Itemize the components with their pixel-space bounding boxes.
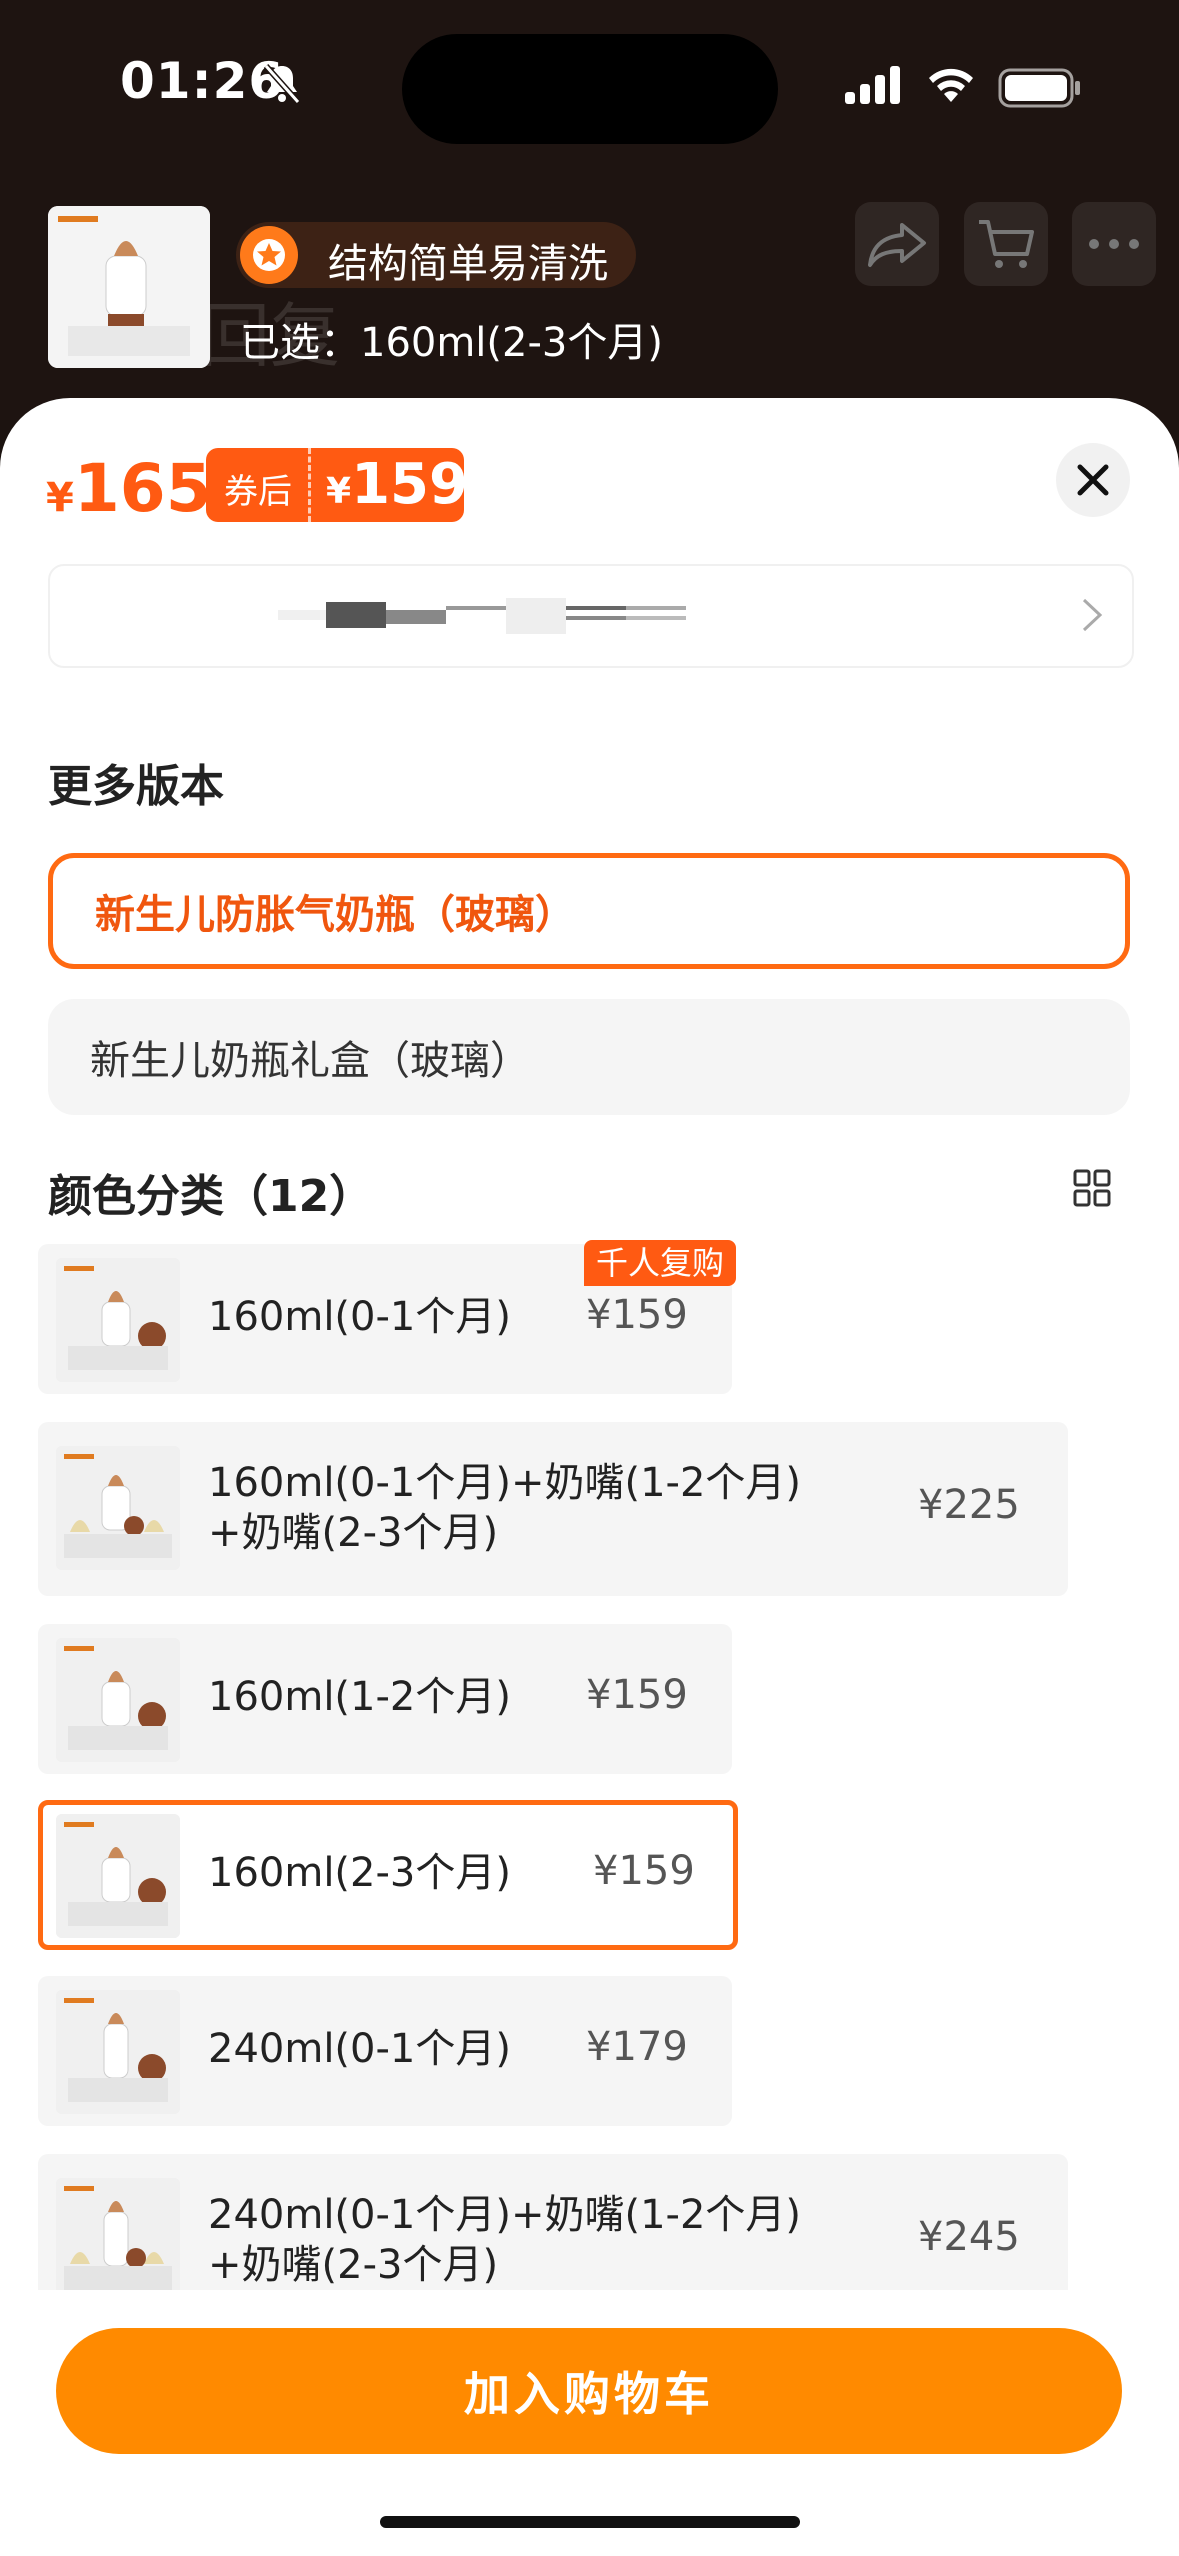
close-button[interactable] — [1056, 443, 1130, 517]
sku-name-line2: +奶嘴(2-3个月) — [208, 2242, 499, 2288]
sku-image — [56, 1258, 180, 1382]
status-bar: 01:26 — [0, 0, 1179, 170]
share-icon — [868, 223, 926, 267]
coupon-currency: ¥ — [326, 471, 352, 512]
dynamic-island — [402, 34, 778, 144]
badge-medal-icon — [240, 226, 298, 284]
currency-symbol: ¥ — [46, 475, 74, 521]
close-icon — [1077, 464, 1109, 496]
sku-option-selected[interactable]: 160ml(2-3个月) ¥159 — [38, 1800, 738, 1950]
sku-name-line2: +奶嘴(2-3个月) — [208, 1510, 499, 1556]
home-indicator — [380, 2516, 800, 2528]
wifi-icon — [925, 64, 977, 108]
sku-name-line1: 160ml(0-1个月)+奶嘴(1-2个月) — [208, 1460, 802, 1506]
sku-option[interactable]: 160ml(0-1个月)+奶嘴(1-2个月) +奶嘴(2-3个月) ¥225 — [38, 1422, 1068, 1596]
add-to-cart-button[interactable]: 加入购物车 — [56, 2328, 1122, 2454]
sku-price: ¥245 — [918, 2214, 1020, 2260]
battery-icon — [998, 68, 1082, 112]
sku-list-clip: 240ml(0-1个月)+奶嘴(1-2个月) +奶嘴(2-3个月) ¥245 — [0, 2150, 1179, 2290]
chevron-right-icon — [1082, 598, 1103, 632]
version-label: 新生儿防胀气奶瓶（玻璃） — [95, 892, 575, 938]
sku-price: ¥225 — [918, 1482, 1020, 1528]
sku-image — [56, 1814, 180, 1938]
sku-option[interactable]: 160ml(1-2个月) ¥159 — [38, 1624, 732, 1774]
version-label: 新生儿奶瓶礼盒（玻璃） — [90, 1038, 530, 1084]
coupon-label: 券后 — [224, 472, 292, 512]
coupon-price-tag: 券后 ¥159 — [206, 448, 468, 522]
coupon-price-value: 159 — [351, 452, 468, 517]
sku-name: 160ml(0-1个月) — [208, 1294, 511, 1340]
grid-view-icon[interactable] — [1072, 1168, 1112, 1212]
sku-name-line1: 240ml(0-1个月)+奶嘴(1-2个月) — [208, 2192, 802, 2238]
sku-image — [56, 2178, 180, 2290]
sku-price: ¥159 — [593, 1848, 695, 1894]
sku-name: 240ml(0-1个月) — [208, 2026, 511, 2072]
sku-image — [56, 1446, 180, 1570]
share-button[interactable] — [855, 202, 939, 286]
sku-price: ¥179 — [586, 2024, 688, 2070]
product-thumbnail[interactable] — [48, 206, 210, 368]
sku-name: 240ml(0-1个月)+奶嘴(1-2个月) +奶嘴(2-3个月) — [208, 2190, 801, 2290]
versions-title: 更多版本 — [48, 761, 224, 812]
sku-image — [56, 1638, 180, 1762]
sku-option[interactable]: 240ml(0-1个月) ¥179 — [38, 1976, 732, 2126]
version-option[interactable]: 新生儿奶瓶礼盒（玻璃） — [48, 999, 1130, 1115]
cart-button[interactable] — [964, 202, 1048, 286]
sku-price: ¥159 — [586, 1292, 688, 1338]
more-icon — [1089, 239, 1139, 249]
sku-name: 160ml(2-3个月) — [208, 1850, 511, 1896]
colors-title: 颜色分类（12） — [48, 1171, 374, 1222]
sku-name: 160ml(1-2个月) — [208, 1674, 511, 1720]
sku-price: ¥159 — [586, 1672, 688, 1718]
selected-sku-label: 已选：160ml(2-3个月) — [240, 320, 663, 366]
sku-option[interactable]: 240ml(0-1个月)+奶嘴(1-2个月) +奶嘴(2-3个月) ¥245 — [38, 2154, 1068, 2290]
sku-image — [56, 1990, 180, 2114]
repurchase-badge: 千人复购 — [584, 1240, 737, 1286]
sku-name: 160ml(0-1个月)+奶嘴(1-2个月) +奶嘴(2-3个月) — [208, 1458, 801, 1558]
coupon-price: ¥159 — [326, 452, 468, 517]
more-button[interactable] — [1072, 202, 1156, 286]
promo-banner[interactable] — [48, 564, 1134, 668]
current-price: ¥165 — [46, 450, 212, 527]
blurred-promo-content — [278, 598, 686, 634]
cellular-signal-icon — [845, 66, 903, 110]
coupon-divider — [308, 448, 311, 522]
status-time: 01:26 — [120, 52, 285, 110]
version-option[interactable]: 新生儿防胀气奶瓶（玻璃） — [48, 853, 1130, 969]
current-price-value: 165 — [73, 450, 212, 527]
feature-text: 结构简单易清洗 — [328, 241, 608, 287]
cart-icon — [979, 220, 1034, 268]
bell-muted-icon — [262, 62, 302, 108]
